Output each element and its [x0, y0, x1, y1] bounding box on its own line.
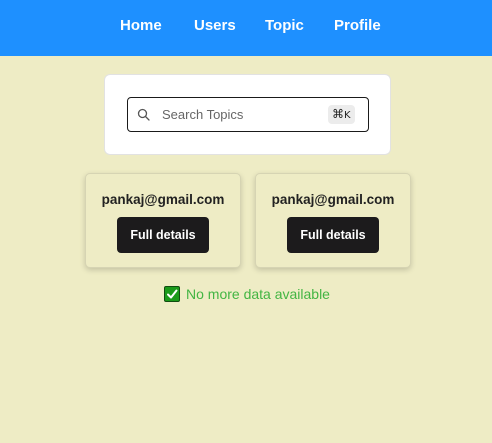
user-card: pankaj@gmail.com Full details	[255, 173, 411, 268]
command-key-icon: ⌘	[332, 107, 344, 121]
search-icon	[137, 108, 150, 121]
search-box[interactable]: ⌘K	[127, 97, 369, 132]
check-mark-icon	[164, 286, 180, 302]
search-card: ⌘K	[104, 74, 391, 155]
user-email: pankaj@gmail.com	[271, 192, 395, 207]
user-email: pankaj@gmail.com	[101, 192, 225, 207]
full-details-button[interactable]: Full details	[117, 217, 209, 253]
nav-link-profile[interactable]: Profile	[334, 17, 381, 35]
nav-link-users[interactable]: Users	[194, 17, 236, 35]
keyboard-shortcut-badge: ⌘K	[328, 105, 355, 124]
full-details-button[interactable]: Full details	[287, 217, 379, 253]
user-card: pankaj@gmail.com Full details	[85, 173, 241, 268]
search-input[interactable]	[162, 104, 322, 125]
status-text: No more data available	[186, 286, 330, 302]
nav-link-topic[interactable]: Topic	[265, 17, 304, 35]
nav-link-home[interactable]: Home	[120, 17, 162, 35]
shortcut-key-label: K	[344, 110, 351, 121]
top-navbar: Home Users Topic Profile	[0, 0, 492, 56]
